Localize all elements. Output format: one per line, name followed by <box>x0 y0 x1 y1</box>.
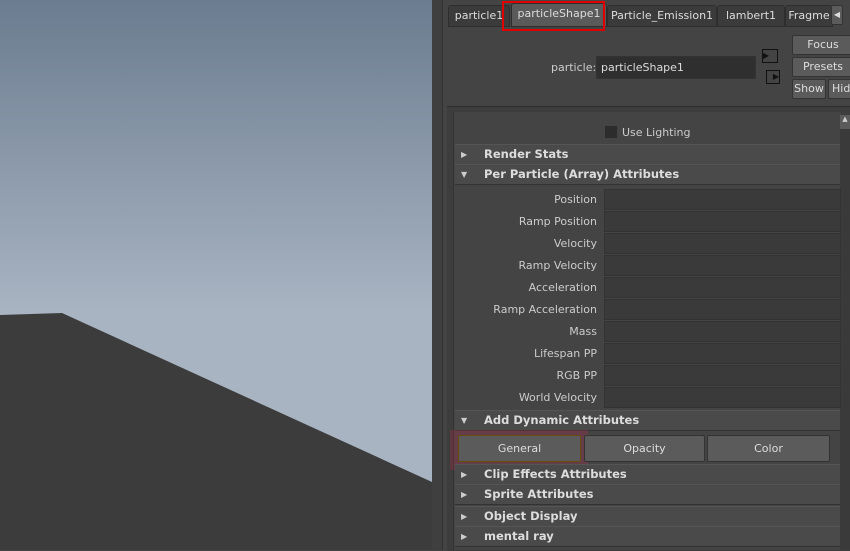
section-mental-ray[interactable]: ▶ mental ray <box>455 526 840 547</box>
attribute-field[interactable] <box>604 211 841 232</box>
attribute-label: Mass <box>569 325 597 338</box>
attribute-row: RGB PP <box>0 365 850 386</box>
attribute-field[interactable] <box>604 321 841 342</box>
section-object-display[interactable]: ▶ Object Display <box>455 506 840 527</box>
collapse-icon: ▼ <box>461 170 468 179</box>
section-render-stats[interactable]: ▶ Render Stats <box>455 144 840 165</box>
attribute-label: Velocity <box>553 237 597 250</box>
presets-button[interactable]: Presets <box>792 57 850 77</box>
attribute-row: Ramp Position <box>0 211 850 232</box>
section-per-particle[interactable]: ▼ Per Particle (Array) Attributes <box>455 164 840 185</box>
expand-icon: ▶ <box>461 150 468 159</box>
opacity-button[interactable]: Opacity <box>584 435 705 462</box>
attribute-field[interactable] <box>604 277 841 298</box>
attribute-field[interactable] <box>604 233 841 254</box>
expand-icon: ▶ <box>461 532 468 541</box>
tab-particle1[interactable]: particle1 <box>448 5 510 27</box>
attribute-field[interactable] <box>604 255 841 276</box>
tab-fragment[interactable]: Fragme <box>785 5 833 27</box>
collapse-icon: ▼ <box>461 416 468 425</box>
expand-icon: ▶ <box>461 490 468 499</box>
node-label: particle: <box>551 61 597 74</box>
expand-icon: ▶ <box>461 512 468 521</box>
attribute-row: World Velocity <box>0 387 850 408</box>
attribute-label: RGB PP <box>556 369 597 382</box>
copy-tab-icon[interactable]: ▶ <box>766 70 780 84</box>
section-sprite[interactable]: ▶ Sprite Attributes <box>455 484 840 505</box>
section-add-dynamic[interactable]: ▼ Add Dynamic Attributes <box>455 410 840 431</box>
3d-viewport[interactable] <box>0 0 432 550</box>
attribute-row: Position <box>0 189 850 210</box>
tab-lambert1[interactable]: lambert1 <box>717 5 785 27</box>
attribute-field[interactable] <box>604 189 841 210</box>
highlight-box <box>502 1 605 31</box>
color-button[interactable]: Color <box>707 435 830 462</box>
tab-scroll-left-icon[interactable]: ◀ <box>831 5 843 25</box>
attribute-label: World Velocity <box>518 391 597 404</box>
expand-icon: ▶ <box>461 470 468 479</box>
tab-particle-emission1[interactable]: Particle_Emission1 <box>607 5 717 27</box>
panel-splitter[interactable] <box>432 0 443 550</box>
attribute-row: Lifespan PP <box>0 343 850 364</box>
attribute-field[interactable] <box>604 365 841 386</box>
hide-button[interactable]: Hide <box>828 79 850 99</box>
attribute-row: Mass <box>0 321 850 342</box>
attribute-field[interactable] <box>604 343 841 364</box>
attribute-label: Ramp Acceleration <box>493 303 597 316</box>
attribute-row: Ramp Acceleration <box>0 299 850 320</box>
select-node-icon[interactable]: ▶ <box>762 49 778 63</box>
attribute-label: Ramp Position <box>518 215 597 228</box>
attribute-field[interactable] <box>604 299 841 320</box>
use-lighting-checkbox[interactable] <box>605 126 617 138</box>
attribute-label: Ramp Velocity <box>518 259 598 272</box>
ground-plane <box>0 313 432 550</box>
attribute-row: Ramp Velocity <box>0 255 850 276</box>
focus-button[interactable]: Focus <box>792 35 850 55</box>
attribute-label: Lifespan PP <box>533 347 597 360</box>
attribute-row: Acceleration <box>0 277 850 298</box>
attribute-label: Acceleration <box>528 281 597 294</box>
general-button[interactable]: General <box>458 435 581 462</box>
section-clip-effects[interactable]: ▶ Clip Effects Attributes <box>455 464 840 485</box>
use-lighting-label: Use Lighting <box>622 126 691 139</box>
attribute-label: Position <box>554 193 597 206</box>
attribute-field[interactable] <box>604 387 841 408</box>
attribute-row: Velocity <box>0 233 850 254</box>
node-name-input[interactable]: particleShape1 <box>596 56 756 79</box>
show-button[interactable]: Show <box>792 79 826 99</box>
